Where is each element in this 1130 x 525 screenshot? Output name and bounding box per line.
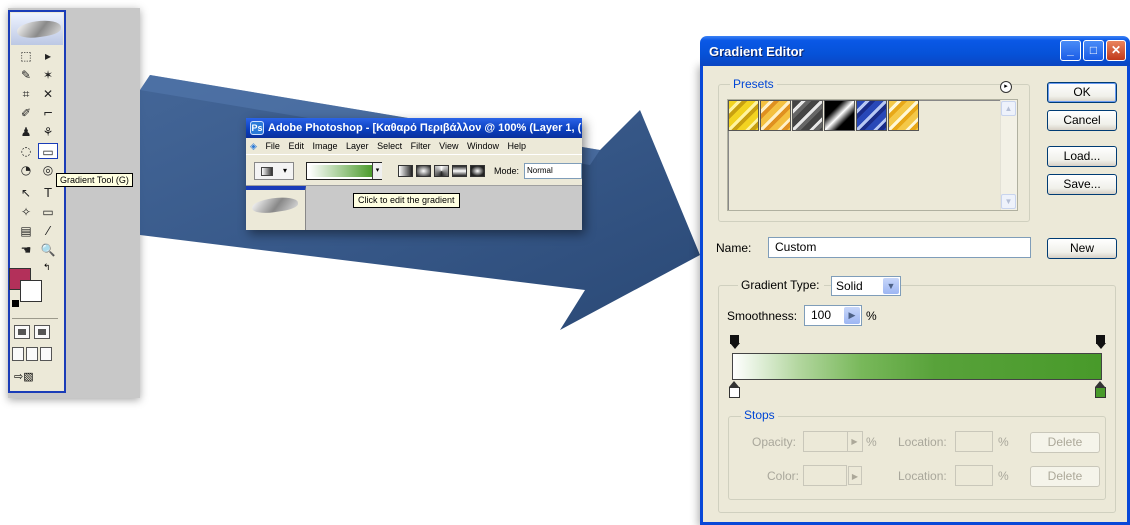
linear-gradient-icon[interactable] xyxy=(398,165,413,177)
chevron-down-icon: ▼ xyxy=(883,278,899,294)
scroll-down-icon[interactable]: ▼ xyxy=(1001,194,1016,209)
menu-file[interactable]: File xyxy=(265,138,280,154)
name-input[interactable]: Custom xyxy=(768,237,1031,258)
color-label: Color: xyxy=(767,469,800,483)
color-location-input[interactable] xyxy=(955,465,993,486)
opacity-label: Opacity: xyxy=(752,435,797,449)
mode-label: Mode: xyxy=(494,166,520,176)
photoshop-titlebar[interactable]: Ps Adobe Photoshop - [Καθαρό Περιβάλλον … xyxy=(246,118,582,138)
preset-swatch[interactable] xyxy=(792,100,823,131)
feather-image xyxy=(251,194,299,216)
tool-preset-picker[interactable]: ▾ xyxy=(254,162,294,180)
minimize-icon[interactable]: _ xyxy=(1060,40,1081,61)
dialog-title: Gradient Editor xyxy=(709,44,804,59)
smoothness-input[interactable]: 100 ▶ xyxy=(804,305,862,326)
gradient-picker-dropdown[interactable]: ▾ xyxy=(372,163,382,179)
scroll-up-icon[interactable]: ▲ xyxy=(1001,101,1016,116)
menu-edit[interactable]: Edit xyxy=(288,138,304,154)
opacity-stop-left[interactable] xyxy=(729,335,740,351)
options-bar: ▾ ▾ Mode: Normal xyxy=(246,154,582,186)
chevron-right-icon[interactable]: ▶ xyxy=(844,307,860,324)
menu-filter[interactable]: Filter xyxy=(411,138,431,154)
cancel-button[interactable]: Cancel xyxy=(1047,110,1117,131)
name-label: Name: xyxy=(716,241,752,255)
gradient-type-value: Solid xyxy=(836,279,863,293)
opacity-unit: % xyxy=(866,435,877,449)
ok-button[interactable]: OK xyxy=(1047,82,1117,103)
preset-swatch[interactable] xyxy=(824,100,855,131)
presets-legend: Presets xyxy=(730,77,777,91)
menu-view[interactable]: View xyxy=(439,138,458,154)
color-stop-right[interactable] xyxy=(1095,381,1106,398)
preset-swatch[interactable] xyxy=(888,100,919,131)
gradient-type-select[interactable]: Solid ▼ xyxy=(831,276,901,296)
load-button[interactable]: Load... xyxy=(1047,146,1117,167)
color-location-unit: % xyxy=(998,469,1009,483)
color-location-label: Location: xyxy=(898,469,947,483)
stops-legend: Stops xyxy=(741,408,778,422)
delete-color-stop-button[interactable]: Delete xyxy=(1030,466,1100,487)
gradient-preview-button[interactable] xyxy=(306,162,382,180)
radial-gradient-icon[interactable] xyxy=(416,165,431,177)
mode-select[interactable]: Normal xyxy=(524,163,582,179)
document-thumbnail[interactable] xyxy=(246,186,306,230)
opacity-stop-right[interactable] xyxy=(1095,335,1106,351)
diamond-gradient-icon[interactable] xyxy=(470,165,485,177)
opacity-location-input[interactable] xyxy=(955,431,993,452)
reflected-gradient-icon[interactable] xyxy=(452,165,467,177)
opacity-location-unit: % xyxy=(998,435,1009,449)
save-button[interactable]: Save... xyxy=(1047,174,1117,195)
chevron-down-icon: ▾ xyxy=(283,166,288,175)
color-stop-left[interactable] xyxy=(729,381,740,398)
presets-menu-icon[interactable]: ▸ xyxy=(1000,81,1012,93)
photoshop-app-icon: Ps xyxy=(250,121,264,135)
smoothness-unit: % xyxy=(866,309,877,323)
photoshop-window: Ps Adobe Photoshop - [Καθαρό Περιβάλλον … xyxy=(246,118,582,230)
stop-color-swatch[interactable] xyxy=(803,465,847,486)
menu-select[interactable]: Select xyxy=(377,138,402,154)
photoshop-menubar: ◈ File Edit Image Layer Select Filter Vi… xyxy=(246,138,582,154)
smoothness-label: Smoothness: xyxy=(727,309,798,323)
delete-opacity-stop-button[interactable]: Delete xyxy=(1030,432,1100,453)
photoshop-title: Adobe Photoshop - [Καθαρό Περιβάλλον @ 1… xyxy=(268,122,582,134)
color-menu-icon[interactable]: ▶ xyxy=(848,466,862,485)
edit-gradient-tooltip: Click to edit the gradient xyxy=(353,193,460,208)
gradient-type-label: Gradient Type: xyxy=(738,278,824,292)
menu-layer[interactable]: Layer xyxy=(346,138,369,154)
menu-image[interactable]: Image xyxy=(313,138,338,154)
gradient-preview-swatch xyxy=(309,165,373,177)
maximize-icon[interactable]: □ xyxy=(1083,40,1104,61)
menu-help[interactable]: Help xyxy=(508,138,527,154)
preset-swatch[interactable] xyxy=(856,100,887,131)
angle-gradient-icon[interactable] xyxy=(434,165,449,177)
stops-group xyxy=(728,416,1106,500)
preset-swatch[interactable] xyxy=(760,100,791,131)
gradient-bar[interactable] xyxy=(732,353,1102,380)
gradient-tool-icon xyxy=(261,167,273,176)
menubar-app-icon: ◈ xyxy=(250,141,257,151)
smoothness-value: 100 xyxy=(811,308,832,322)
chevron-right-icon[interactable]: ▶ xyxy=(847,432,861,451)
new-button[interactable]: New xyxy=(1047,238,1117,259)
opacity-location-label: Location: xyxy=(898,435,947,449)
close-icon[interactable]: ✕ xyxy=(1106,40,1126,61)
preset-swatch[interactable] xyxy=(728,100,759,131)
menu-window[interactable]: Window xyxy=(467,138,499,154)
